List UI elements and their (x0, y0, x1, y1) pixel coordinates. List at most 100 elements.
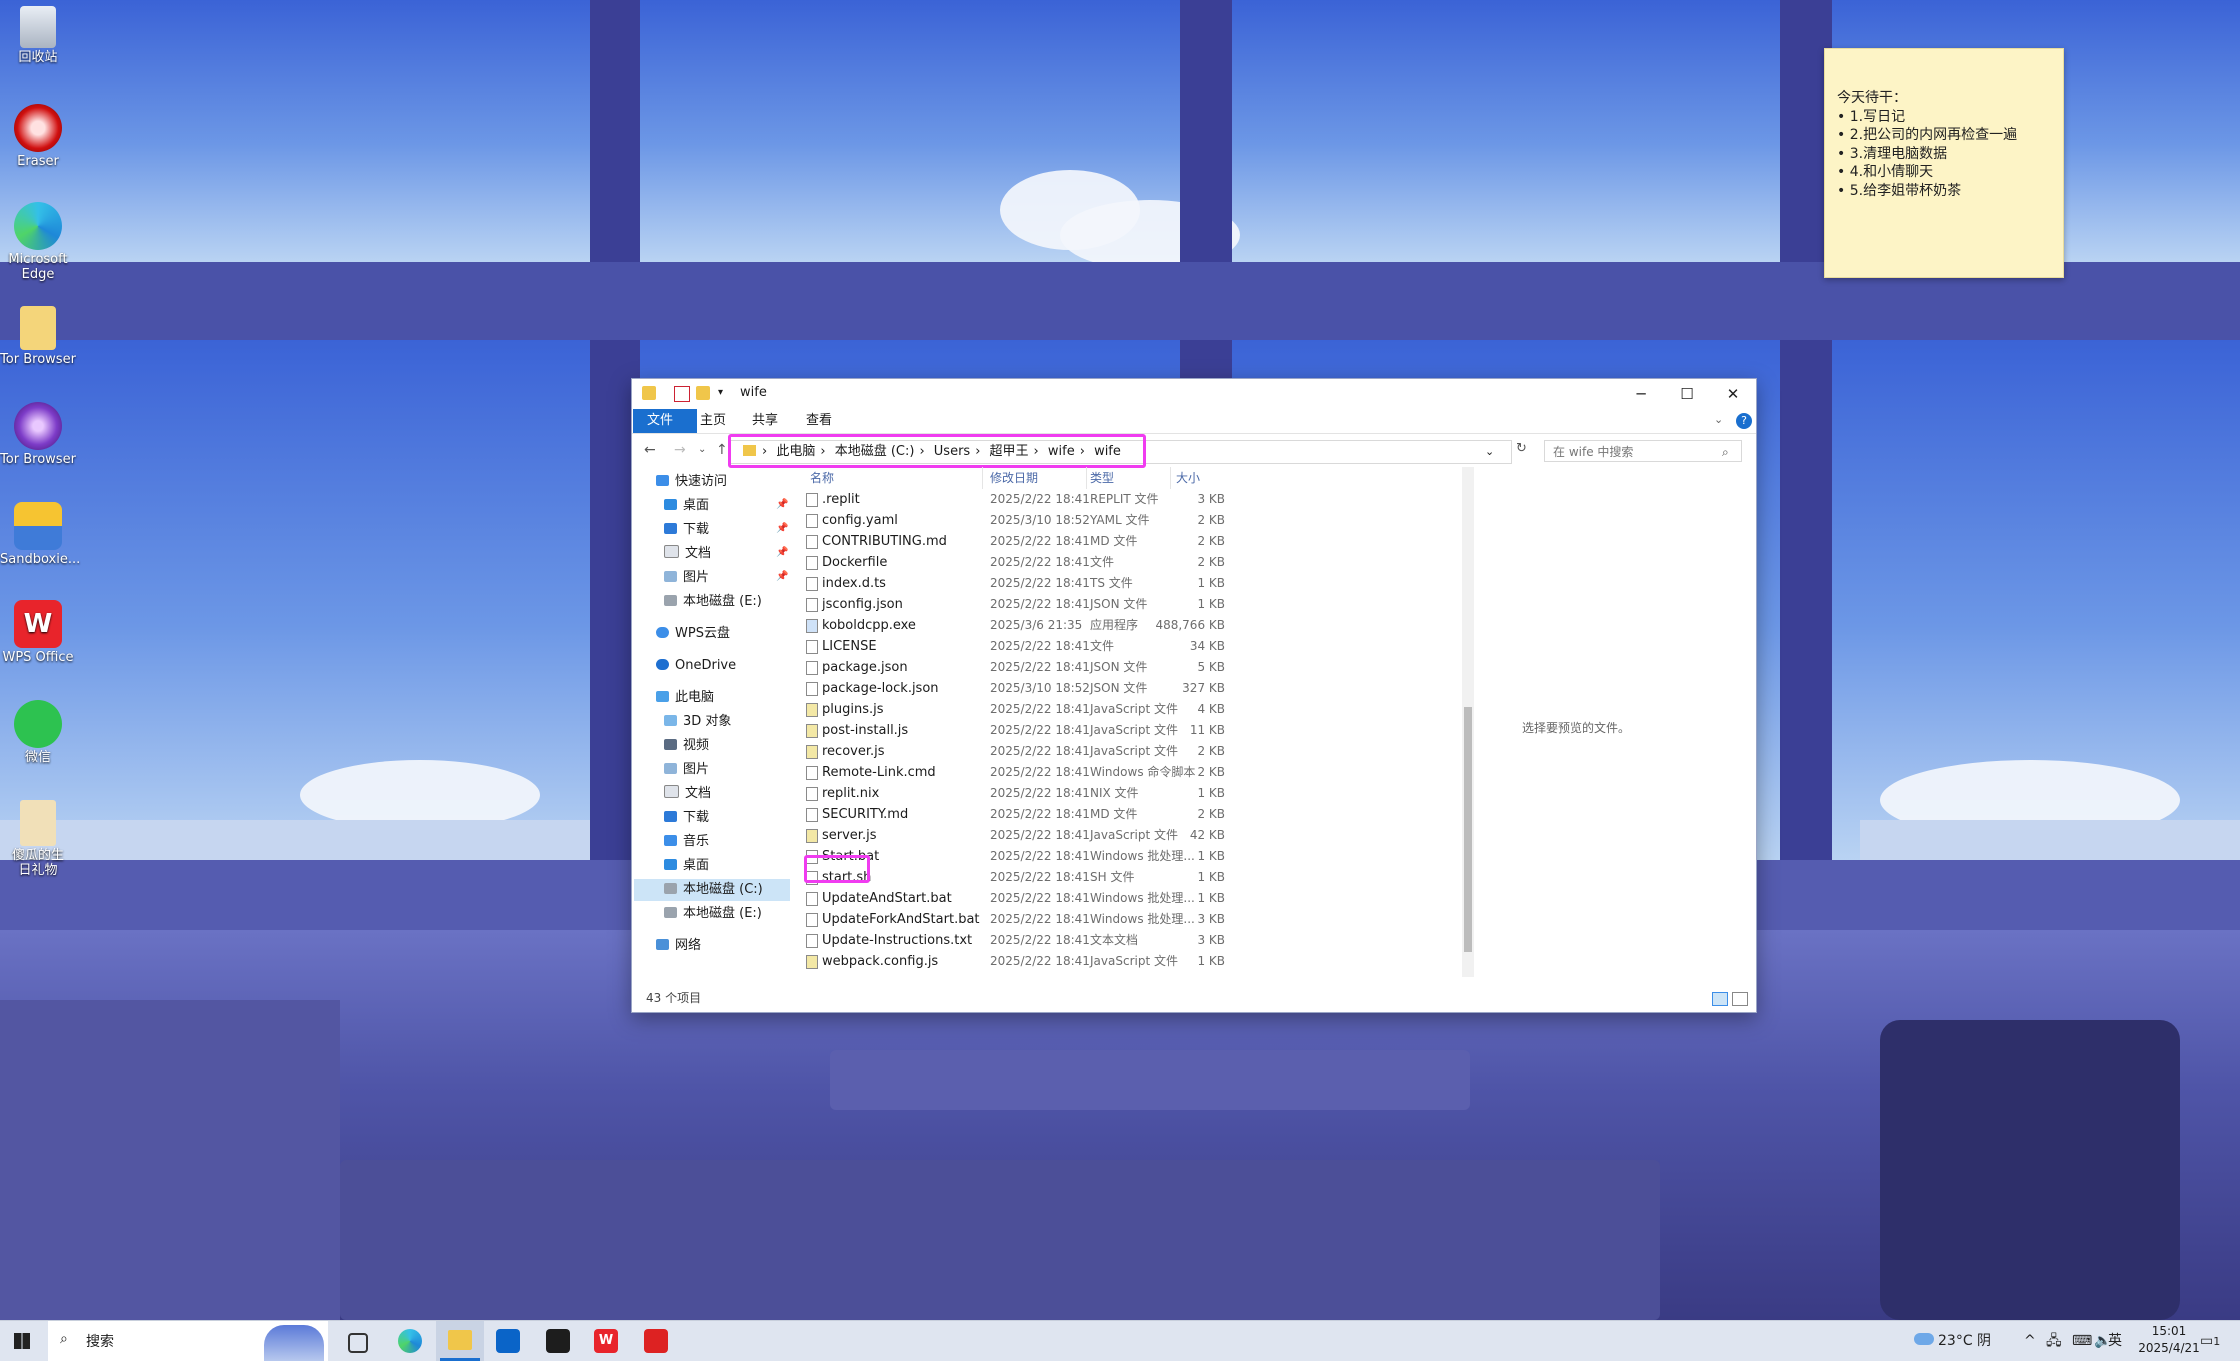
tab-view[interactable]: 查看 (796, 409, 842, 433)
expand-ribbon-icon[interactable]: ⌄ (1714, 413, 1723, 426)
nav-item-3d-objects[interactable]: 3D 对象 (664, 711, 731, 733)
recent-locations-icon[interactable]: ⌄ (698, 444, 706, 455)
desktop-icon-edge[interactable]: Microsoft Edge (0, 202, 76, 282)
nav-item-downloads-pc[interactable]: 下载 (664, 807, 709, 829)
close-button[interactable]: ✕ (1710, 379, 1756, 409)
file-list[interactable]: 名称 修改日期 类型 大小 .replit 2025/2/22 18:41 REPL… (802, 467, 1225, 987)
nav-item-onedrive[interactable]: OneDrive (656, 655, 736, 677)
maximize-button[interactable]: ☐ (1664, 379, 1710, 409)
tab-share[interactable]: 共享 (742, 409, 788, 433)
taskbar-search-box[interactable]: ⌕ 搜索 (48, 1321, 328, 1361)
file-row[interactable]: CONTRIBUTING.md 2025/2/22 18:41 MD 文件 2 KB (802, 531, 1225, 552)
file-row[interactable]: webpack.config.js 2025/2/22 18:41 JavaScri… (802, 951, 1225, 972)
notification-center-icon[interactable]: ▭1 (2200, 1321, 2220, 1361)
file-row[interactable]: jsconfig.json 2025/2/22 18:41 JSON 文件 1 KB (802, 594, 1225, 615)
sticky-note[interactable]: 今天待干： • 1.写日记 • 2.把公司的内网再检查一遍 • 3.清理电脑数据… (1824, 48, 2064, 278)
file-row[interactable]: post-install.js 2025/2/22 18:41 JavaScript… (802, 720, 1225, 741)
file-row[interactable]: .replit 2025/2/22 18:41 REPLIT 文件 3 KB (802, 489, 1225, 510)
city-skyline (1860, 820, 2240, 860)
nav-item-drive-e-pc[interactable]: 本地磁盘 (E:) (664, 903, 762, 925)
file-row[interactable]: Remote-Link.cmd 2025/2/22 18:41 Windows 命令… (802, 762, 1225, 783)
nav-item-drive-c[interactable]: 本地磁盘 (C:) (634, 879, 790, 901)
minimize-button[interactable]: ─ (1618, 379, 1664, 409)
show-hidden-icons[interactable]: ^ (2024, 1321, 2036, 1361)
address-dropdown-icon[interactable]: ⌄ (1485, 441, 1494, 463)
wps-office-icon[interactable]: W (594, 1329, 618, 1353)
nav-item-downloads[interactable]: 下载 (664, 519, 709, 541)
nav-item-this-pc[interactable]: 此电脑 (656, 687, 714, 709)
sticky-notes-icon[interactable] (546, 1329, 570, 1353)
nav-item-music[interactable]: 音乐 (664, 831, 709, 853)
help-icon[interactable]: ? (1736, 413, 1752, 429)
file-row[interactable]: SECURITY.md 2025/2/22 18:41 MD 文件 2 KB (802, 804, 1225, 825)
column-header-name[interactable]: 名称 (810, 467, 834, 489)
tab-file[interactable]: 文件 (633, 409, 697, 433)
nav-item-wps-cloud[interactable]: WPS云盘 (656, 623, 730, 645)
column-divider[interactable] (982, 467, 983, 489)
file-row[interactable]: recover.js 2025/2/22 18:41 JavaScript 文件 2 … (802, 741, 1225, 762)
file-row[interactable]: Dockerfile 2025/2/22 18:41 文件 2 KB (802, 552, 1225, 573)
file-row[interactable]: config.yaml 2025/3/10 18:52 YAML 文件 2 KB (802, 510, 1225, 531)
scrollbar[interactable] (1462, 467, 1474, 977)
desktop-icon-sandboxie[interactable]: Sandboxie... (0, 502, 80, 567)
file-row[interactable]: Update-Instructions.txt 2025/2/22 18:41 文本… (802, 930, 1225, 951)
file-row[interactable]: UpdateAndStart.bat 2025/2/22 18:41 Windows… (802, 888, 1225, 909)
ime-language[interactable]: 英 (2108, 1321, 2122, 1361)
file-row[interactable]: koboldcpp.exe 2025/3/6 21:35 应用程序 488,766 K… (802, 615, 1225, 636)
desktop-icon-wechat[interactable]: 微信 (0, 700, 76, 765)
up-icon[interactable]: ↑ (716, 442, 728, 458)
start-button[interactable] (14, 1333, 30, 1349)
edge-browser-icon[interactable] (398, 1329, 422, 1353)
desktop-icon-recycle-bin[interactable]: 回收站 (0, 6, 76, 65)
file-row[interactable]: replit.nix 2025/2/22 18:41 NIX 文件 1 KB (802, 783, 1225, 804)
large-icons-view-icon[interactable] (1732, 992, 1748, 1006)
nav-item-quick-access[interactable]: 快速访问 (656, 471, 727, 493)
file-explorer-taskbar-button[interactable] (436, 1321, 484, 1361)
nav-item-documents-pc[interactable]: 文档 (664, 783, 711, 805)
nav-item-pictures-pc[interactable]: 图片 (664, 759, 709, 781)
file-row[interactable]: package.json 2025/2/22 18:41 JSON 文件 5 KB (802, 657, 1225, 678)
file-row[interactable]: server.js 2025/2/22 18:41 JavaScript 文件 42 … (802, 825, 1225, 846)
file-row[interactable]: index.d.ts 2025/2/22 18:41 TS 文件 1 KB (802, 573, 1225, 594)
file-explorer-window[interactable]: ▾ wife ─ ☐ ✕ 文件 主页 共享 查看 ⌄ ? ← → ⌄ ↑ › 此… (631, 378, 1757, 1013)
title-bar[interactable]: ▾ wife ─ ☐ ✕ (632, 379, 1756, 409)
column-header-date[interactable]: 修改日期 (990, 467, 1038, 489)
ime-mode-icon[interactable]: ⌨ (2072, 1321, 2092, 1361)
desktop-icon-tor-browser[interactable]: Tor Browser (0, 306, 76, 367)
column-header-type[interactable]: 类型 (1090, 467, 1114, 489)
outlook-icon[interactable] (496, 1329, 520, 1353)
nav-item-desktop[interactable]: 桌面 (664, 495, 709, 517)
nav-item-videos[interactable]: 视频 (664, 735, 709, 757)
network-tray-icon[interactable]: 🖧 (2046, 1321, 2062, 1361)
forward-icon[interactable]: → (674, 442, 686, 458)
tab-home[interactable]: 主页 (690, 409, 736, 433)
scrollbar-thumb[interactable] (1464, 707, 1472, 952)
column-divider[interactable] (1170, 467, 1171, 489)
back-icon[interactable]: ← (644, 442, 656, 458)
desktop-icon-wps-office[interactable]: W WPS Office (0, 600, 76, 665)
details-view-icon[interactable] (1712, 992, 1728, 1006)
file-row[interactable]: plugins.js 2025/2/22 18:41 JavaScript 文件 4 … (802, 699, 1225, 720)
desktop-icon-tor-browser-2[interactable]: Tor Browser (0, 402, 76, 467)
properties-icon[interactable] (674, 386, 690, 402)
new-folder-icon[interactable] (696, 386, 710, 400)
file-row[interactable]: UpdateForkAndStart.bat 2025/2/22 18:41 Win… (802, 909, 1225, 930)
clock[interactable]: 15:01 2025/4/21 (2132, 1323, 2206, 1357)
nav-item-network[interactable]: 网络 (656, 935, 701, 957)
nav-item-desktop-pc[interactable]: 桌面 (664, 855, 709, 877)
quick-access-dropdown-icon[interactable]: ▾ (718, 386, 732, 400)
nav-item-pictures[interactable]: 图片 (664, 567, 709, 589)
task-view-icon[interactable] (348, 1333, 368, 1353)
column-header-size[interactable]: 大小 (1176, 467, 1200, 489)
desktop-icon-birthday-gift[interactable]: 傻瓜的生日礼物 (0, 800, 76, 878)
weather-widget[interactable]: 23°C 阴 (1914, 1321, 1991, 1361)
nav-item-drive-e[interactable]: 本地磁盘 (E:) (664, 591, 762, 613)
refresh-icon[interactable]: ↻ (1516, 441, 1527, 456)
nav-item-documents[interactable]: 文档 (664, 543, 711, 565)
file-row[interactable]: package-lock.json 2025/3/10 18:52 JSON 文件 3… (802, 678, 1225, 699)
wps-pdf-icon[interactable] (644, 1329, 668, 1353)
search-input[interactable]: 在 wife 中搜索 (1544, 440, 1742, 462)
column-divider[interactable] (1086, 467, 1087, 489)
desktop-icon-eraser[interactable]: Eraser (0, 104, 76, 169)
file-row[interactable]: LICENSE 2025/2/22 18:41 文件 34 KB (802, 636, 1225, 657)
